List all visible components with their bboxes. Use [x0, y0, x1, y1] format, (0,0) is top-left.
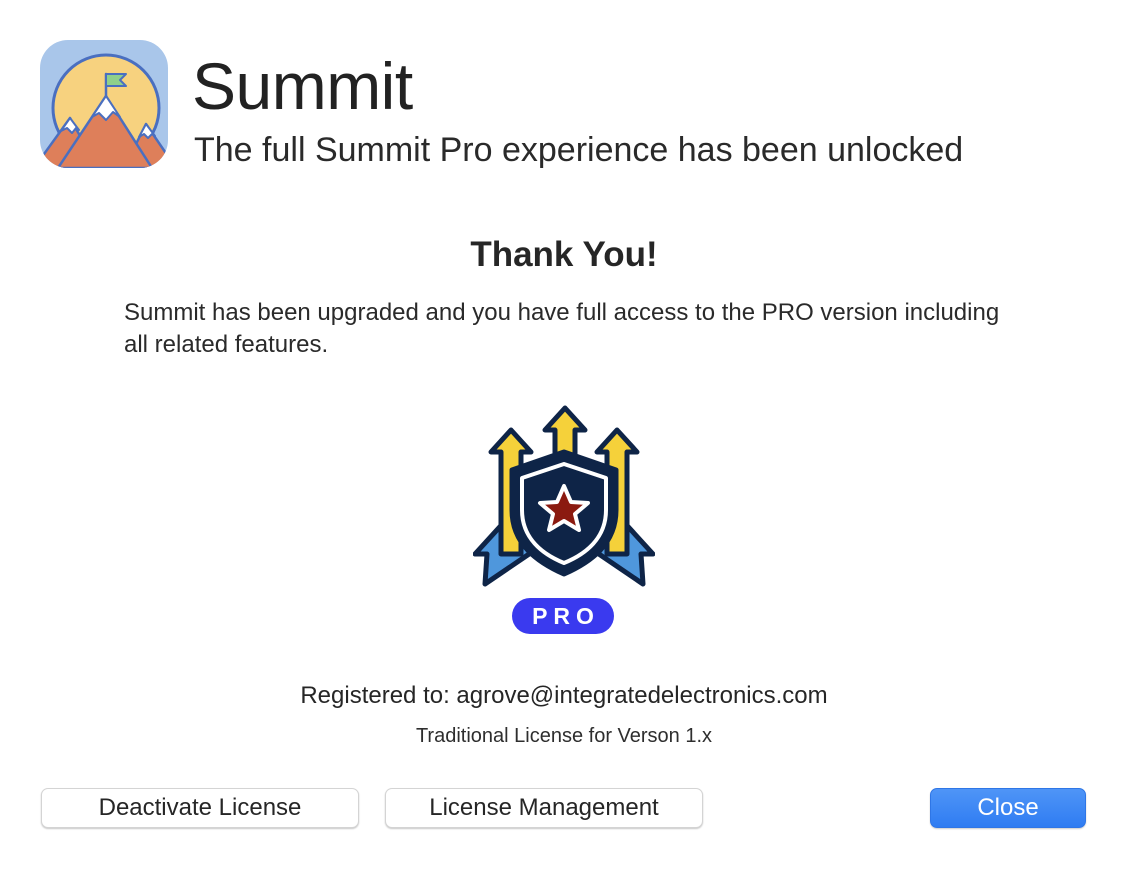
pro-label-badge: PRO: [512, 598, 614, 634]
license-type-text: Traditional License for Verson 1.x: [415, 725, 713, 747]
summit-app-icon: [40, 40, 168, 168]
registered-to-text: Registered to: agrove@integratedelectron…: [300, 682, 828, 709]
license-management-button[interactable]: License Management: [385, 788, 703, 828]
app-title: Summit: [192, 49, 413, 123]
upgrade-message: Summit has been upgraded and you have fu…: [124, 299, 1000, 358]
app-subtitle: The full Summit Pro experience has been …: [194, 131, 964, 169]
deactivate-license-button[interactable]: Deactivate License: [41, 788, 359, 828]
pro-badge-icon: [472, 404, 656, 590]
close-button[interactable]: Close: [930, 788, 1086, 828]
thank-you-heading: Thank You!: [470, 235, 658, 274]
